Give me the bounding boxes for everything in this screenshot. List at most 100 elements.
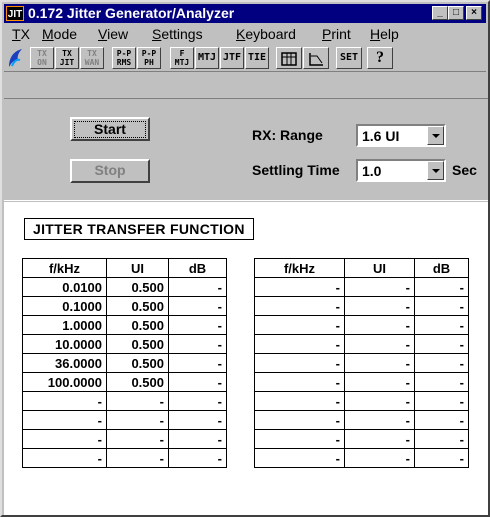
toolbar: TX ON TX JIT TX WAN P-P RMS P-P PH F MTJ MTJ J… — [4, 45, 486, 72]
cell-ui: - — [344, 410, 415, 430]
cell-ui: - — [344, 277, 415, 297]
tie-button[interactable]: TIE — [245, 47, 269, 69]
close-button[interactable]: × — [466, 6, 482, 20]
cell-db: - — [414, 448, 469, 468]
table-row: --- — [22, 391, 227, 411]
cell-ui: 0.500 — [106, 296, 169, 316]
cell-fkhz: 100.0000 — [22, 372, 107, 392]
cell-fkhz: - — [254, 448, 345, 468]
start-button[interactable]: Start — [70, 117, 150, 141]
table-row: 100.0000 0.500- — [22, 372, 227, 392]
cell-fkhz: - — [22, 448, 107, 468]
table-row: --- — [254, 277, 469, 297]
title-bar[interactable]: JIT 0.172 Jitter Generator/Analyzer _ □ … — [4, 4, 486, 23]
cell-db: - — [414, 296, 469, 316]
cell-fkhz: 0.1000 — [22, 296, 107, 316]
cell-ui: 0.500 — [106, 315, 169, 335]
cell-fkhz: - — [254, 296, 345, 316]
menu-print[interactable]: Print — [322, 26, 351, 42]
table-row: --- — [22, 448, 227, 468]
settling-time-unit: Sec — [452, 162, 477, 178]
cell-fkhz: - — [254, 372, 345, 392]
results-table-left: f/kHz UI dB 0.0100 0.500-0.1000 0.500-1.00… — [22, 258, 227, 468]
cell-db: - — [168, 391, 227, 411]
menu-keyboard[interactable]: Keyboard — [236, 26, 296, 42]
stop-button[interactable]: Stop — [70, 159, 150, 183]
cell-db: - — [414, 315, 469, 335]
chevron-down-icon[interactable] — [427, 161, 444, 180]
column-header-ui: UI — [106, 258, 169, 278]
maximize-button[interactable]: □ — [448, 6, 464, 20]
table-row: 0.0100 0.500- — [22, 277, 227, 297]
cell-ui: - — [106, 429, 169, 449]
help-button[interactable]: ? — [367, 47, 393, 69]
cell-ui: - — [344, 353, 415, 373]
rx-range-label: RX: Range — [252, 127, 323, 143]
cell-fkhz: - — [254, 353, 345, 373]
cell-ui: - — [344, 296, 415, 316]
cell-db: - — [168, 429, 227, 449]
pp-ph-button[interactable]: P-P PH — [137, 47, 161, 69]
table-row: --- — [254, 296, 469, 316]
cell-fkhz: - — [22, 391, 107, 411]
menu-settings[interactable]: Settings — [152, 26, 203, 42]
menu-view[interactable]: View — [98, 26, 128, 42]
table-view-button[interactable] — [276, 47, 302, 69]
graph-view-button[interactable] — [303, 47, 329, 69]
menu-mode[interactable]: Mode — [42, 26, 77, 42]
table-header-row: f/kHz UI dB — [22, 258, 227, 278]
table-row: --- — [254, 429, 469, 449]
cell-ui: - — [344, 429, 415, 449]
table-row: 36.0000 0.500- — [22, 353, 227, 373]
cell-db: - — [414, 372, 469, 392]
app-icon[interactable]: JIT — [6, 6, 24, 21]
cell-ui: 0.500 — [106, 334, 169, 354]
cell-db: - — [168, 372, 227, 392]
table-row: --- — [254, 391, 469, 411]
menu-bar: TX Mode View Settings Keyboard Print Hel… — [4, 24, 486, 44]
cell-db: - — [168, 277, 227, 297]
results-area: JITTER TRANSFER FUNCTION f/kHz UI dB 0.0… — [4, 202, 488, 515]
settling-time-select[interactable]: 1.0 — [356, 159, 446, 182]
cell-db: - — [414, 277, 469, 297]
cell-db: - — [168, 353, 227, 373]
column-header-fkhz: f/kHz — [254, 258, 345, 278]
settling-time-label: Settling Time — [252, 162, 340, 178]
cell-fkhz: - — [22, 410, 107, 430]
cell-db: - — [414, 391, 469, 411]
table-row: --- — [22, 429, 227, 449]
logo-icon — [6, 47, 26, 69]
cell-db: - — [414, 334, 469, 354]
table-row: --- — [254, 353, 469, 373]
column-header-db: dB — [414, 258, 469, 278]
table-row: --- — [254, 448, 469, 468]
table-row: --- — [22, 410, 227, 430]
pp-rms-button[interactable]: P-P RMS — [112, 47, 136, 69]
menu-tx[interactable]: TX — [12, 26, 30, 42]
cell-db: - — [414, 429, 469, 449]
column-header-fkhz: f/kHz — [22, 258, 107, 278]
jtf-button[interactable]: JTF — [220, 47, 244, 69]
table-row: 1.0000 0.500- — [22, 315, 227, 335]
table-row: 10.0000 0.500- — [22, 334, 227, 354]
mtj-button[interactable]: MTJ — [195, 47, 219, 69]
tx-jit-button[interactable]: TX JIT — [55, 47, 79, 69]
cell-db: - — [168, 448, 227, 468]
cell-ui: - — [106, 448, 169, 468]
rx-range-select[interactable]: 1.6 UI — [356, 124, 446, 147]
cell-fkhz: - — [254, 315, 345, 335]
cell-fkhz: 0.0100 — [22, 277, 107, 297]
cell-fkhz: - — [254, 410, 345, 430]
cell-fkhz: - — [254, 277, 345, 297]
tx-on-button[interactable]: TX ON — [30, 47, 54, 69]
graph-icon — [309, 53, 323, 66]
cell-db: - — [168, 410, 227, 430]
cell-fkhz: 10.0000 — [22, 334, 107, 354]
set-button[interactable]: SET — [336, 47, 362, 69]
f-mtj-button[interactable]: F MTJ — [170, 47, 194, 69]
menu-help[interactable]: Help — [370, 26, 399, 42]
tx-wan-button[interactable]: TX WAN — [80, 47, 104, 69]
cell-db: - — [168, 315, 227, 335]
minimize-button[interactable]: _ — [432, 6, 448, 20]
chevron-down-icon[interactable] — [427, 126, 444, 145]
